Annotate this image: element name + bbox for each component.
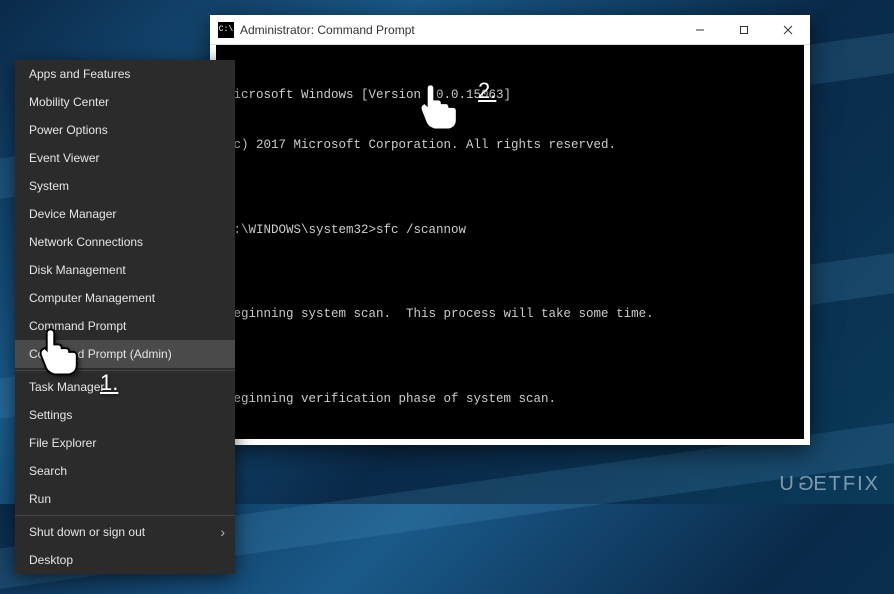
- ctx-command-prompt-admin[interactable]: Command Prompt (Admin): [15, 340, 235, 368]
- ctx-settings[interactable]: Settings: [15, 401, 235, 429]
- command-line: C:\WINDOWS\system32>sfc /scannow: [226, 222, 794, 239]
- command-prompt-window: C:\ Administrator: Command Prompt Micros…: [210, 15, 810, 445]
- output-line: Microsoft Windows [Version 10.0.15063]: [226, 87, 794, 104]
- ctx-device-manager[interactable]: Device Manager: [15, 200, 235, 228]
- ctx-file-explorer[interactable]: File Explorer: [15, 429, 235, 457]
- ctx-mobility-center[interactable]: Mobility Center: [15, 88, 235, 116]
- annotation-step-1: 1.: [100, 370, 118, 396]
- annotation-step-2: 2.: [478, 78, 496, 104]
- ctx-apps-features[interactable]: Apps and Features: [15, 60, 235, 88]
- ctx-event-viewer[interactable]: Event Viewer: [15, 144, 235, 172]
- ctx-system[interactable]: System: [15, 172, 235, 200]
- ctx-task-manager[interactable]: Task Manager: [15, 373, 235, 401]
- ctx-search[interactable]: Search: [15, 457, 235, 485]
- close-button[interactable]: [766, 15, 810, 45]
- minimize-button[interactable]: [678, 15, 722, 45]
- ctx-run[interactable]: Run: [15, 485, 235, 513]
- window-title: Administrator: Command Prompt: [240, 23, 678, 37]
- ctx-desktop[interactable]: Desktop: [15, 546, 235, 574]
- winx-context-menu: Apps and Features Mobility Center Power …: [15, 60, 235, 574]
- titlebar[interactable]: C:\ Administrator: Command Prompt: [210, 15, 810, 45]
- ctx-computer-management[interactable]: Computer Management: [15, 284, 235, 312]
- watermark: UGETFIX: [779, 473, 880, 496]
- ctx-shutdown-signout[interactable]: Shut down or sign out: [15, 518, 235, 546]
- maximize-button[interactable]: [722, 15, 766, 45]
- output-line: Beginning verification phase of system s…: [226, 391, 794, 408]
- ctx-separator: [15, 370, 235, 371]
- output-line: (c) 2017 Microsoft Corporation. All righ…: [226, 137, 794, 154]
- ctx-power-options[interactable]: Power Options: [15, 116, 235, 144]
- output-line: Beginning system scan. This process will…: [226, 306, 794, 323]
- terminal-output[interactable]: Microsoft Windows [Version 10.0.15063] (…: [210, 45, 810, 445]
- ctx-disk-management[interactable]: Disk Management: [15, 256, 235, 284]
- output-line: Verification 4% complete.: [226, 441, 794, 445]
- ctx-network-connections[interactable]: Network Connections: [15, 228, 235, 256]
- cmd-icon: C:\: [218, 22, 234, 38]
- ctx-separator: [15, 515, 235, 516]
- ctx-command-prompt[interactable]: Command Prompt: [15, 312, 235, 340]
